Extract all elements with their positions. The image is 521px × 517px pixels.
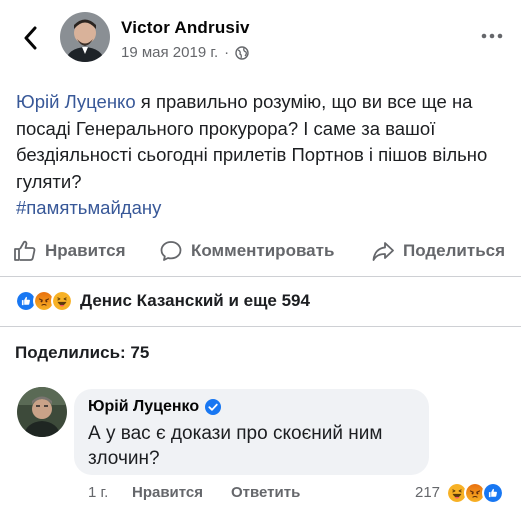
haha-icon xyxy=(51,290,73,312)
mention-link[interactable]: Юрій Луценко xyxy=(16,91,136,112)
verified-badge-icon xyxy=(205,399,222,415)
action-bar: Нравится Комментировать Поделиться xyxy=(0,234,521,268)
author-avatar[interactable] xyxy=(60,12,110,62)
more-dots-icon xyxy=(481,33,503,39)
shares-count[interactable]: Поделились: 75 xyxy=(15,343,149,363)
commenter-name-row: Юрій Луценко xyxy=(88,398,222,416)
like-label: Нравится xyxy=(45,241,126,260)
meta-separator: · xyxy=(224,44,230,61)
thumbs-up-icon xyxy=(14,240,36,261)
comment-like-button[interactable]: Нравится xyxy=(132,484,203,501)
share-arrow-icon xyxy=(372,242,394,261)
hashtag-link[interactable]: #памятьмайдану xyxy=(16,197,161,218)
divider xyxy=(0,326,521,327)
chevron-left-icon xyxy=(24,26,37,50)
post-header: Victor Andrusiv 19 мая 2019 г. · xyxy=(0,0,521,80)
like-icon xyxy=(482,482,504,504)
post-text: Юрій Луценко я правильно розумію, що ви … xyxy=(16,89,511,222)
author-name[interactable]: Victor Andrusiv xyxy=(121,18,250,38)
comment-reaction-icons[interactable] xyxy=(446,482,504,504)
reactions-summary-text: Денис Казанский и еще 594 xyxy=(80,291,310,310)
reaction-icons xyxy=(15,290,73,312)
comment-button[interactable]: Комментировать xyxy=(159,234,334,268)
comment-time: 1 г. xyxy=(88,484,109,501)
divider xyxy=(0,276,521,277)
comment-label: Комментировать xyxy=(191,241,335,260)
commenter-name[interactable]: Юрій Луценко xyxy=(88,398,199,416)
like-button[interactable]: Нравится xyxy=(13,234,126,268)
more-options-button[interactable] xyxy=(481,26,503,44)
back-button[interactable] xyxy=(16,24,44,52)
share-button[interactable]: Поделиться xyxy=(371,234,505,268)
share-label: Поделиться xyxy=(403,241,506,260)
comment-text: А у вас є докази про скоєний ним злочин? xyxy=(88,423,383,469)
comment-reply-button[interactable]: Ответить xyxy=(231,484,300,501)
reactions-summary[interactable]: Денис Казанский и еще 594 xyxy=(15,290,310,312)
globe-icon xyxy=(235,45,249,60)
comment-reaction-count[interactable]: 217 xyxy=(415,484,440,501)
commenter-avatar[interactable] xyxy=(17,387,67,437)
post-date[interactable]: 19 мая 2019 г. xyxy=(121,44,218,61)
post-meta: 19 мая 2019 г. · xyxy=(121,44,249,61)
comment-footer: 1 г. Нравится Ответить 217 xyxy=(0,482,521,504)
comment-bubble: Юрій Луценко А у вас є докази про скоєни… xyxy=(74,389,429,475)
comment-bubble-icon xyxy=(160,241,182,261)
